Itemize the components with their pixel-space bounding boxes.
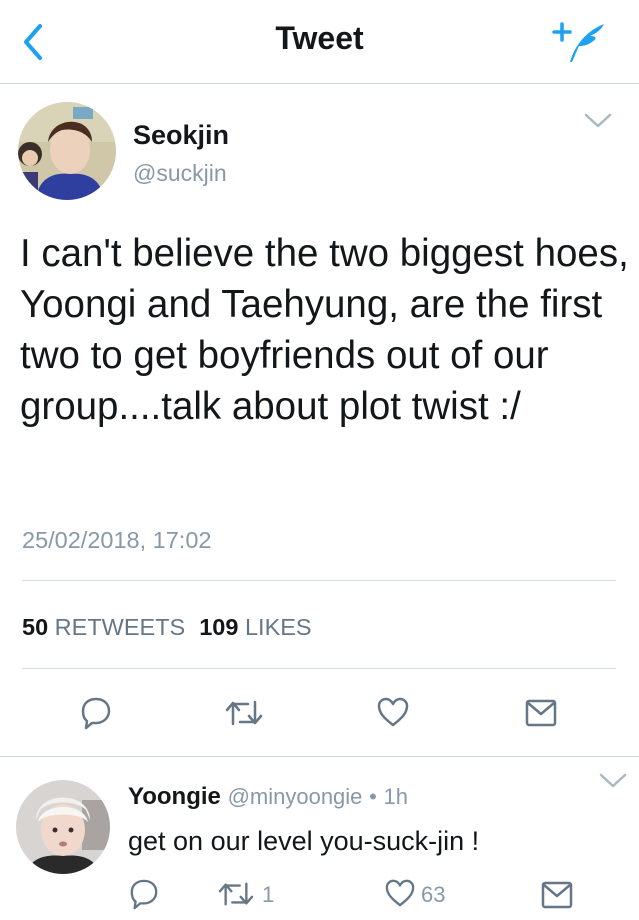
author-name[interactable]: Seokjin <box>133 120 229 151</box>
tweet-stats: 50 RETWEETS 109 LIKES <box>22 614 312 641</box>
reply-text: get on our level you-suck-jin ! <box>128 826 480 856</box>
tweet-timestamp: 25/02/2018, 17:02 <box>22 527 212 553</box>
likes-count[interactable]: 109 <box>199 614 238 640</box>
divider <box>22 668 616 669</box>
share-icon[interactable] <box>540 880 574 910</box>
retweet-icon[interactable] <box>224 696 264 730</box>
share-icon[interactable] <box>524 698 558 728</box>
meta-separator: • <box>369 784 377 809</box>
divider <box>0 756 639 757</box>
chevron-down-icon[interactable] <box>598 772 628 790</box>
author-handle[interactable]: @suckjin <box>133 160 227 187</box>
likes-label[interactable]: LIKES <box>245 614 312 640</box>
compose-tweet-button[interactable] <box>552 18 610 66</box>
reply-icon[interactable] <box>80 696 112 730</box>
avatar[interactable] <box>18 102 116 200</box>
reply-avatar[interactable] <box>16 780 110 874</box>
reply-retweet-count: 1 <box>262 882 275 907</box>
page-title: Tweet <box>275 20 364 56</box>
top-bar: Tweet <box>0 0 639 84</box>
retweet-icon[interactable] <box>217 878 255 910</box>
chevron-down-icon[interactable] <box>583 112 613 130</box>
like-icon[interactable] <box>376 696 410 728</box>
compose-tweet-icon <box>552 22 604 62</box>
reply-author-handle[interactable]: @minyoongie <box>228 784 363 809</box>
retweets-count[interactable]: 50 <box>22 614 48 640</box>
reply-author-name[interactable]: Yoongie <box>128 783 221 810</box>
retweets-label[interactable]: RETWEETS <box>55 614 186 640</box>
divider <box>22 580 616 581</box>
like-icon[interactable] <box>384 878 416 908</box>
reply-like-count: 63 <box>421 882 446 907</box>
reply-time: 1h <box>383 784 408 809</box>
reply-icon[interactable] <box>129 878 159 910</box>
reply-header: Yoongie @minyoongie • 1h <box>128 783 408 811</box>
tweet-text: I can't believe the two biggest hoes, Yo… <box>20 232 629 428</box>
